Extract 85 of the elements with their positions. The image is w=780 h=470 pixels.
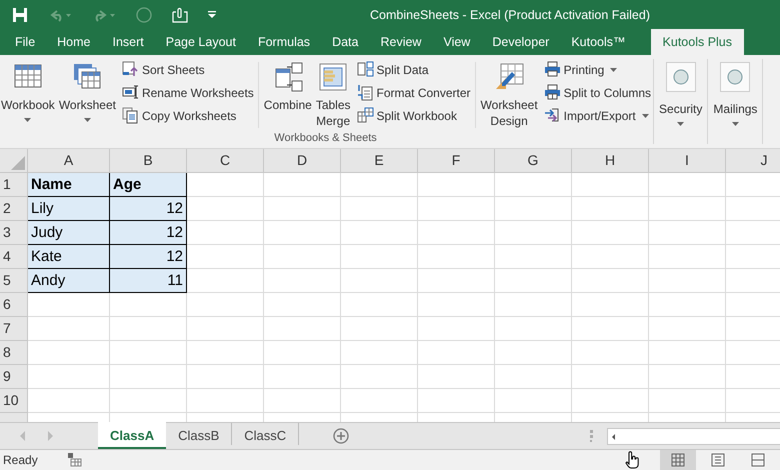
column-header[interactable]: B: [110, 149, 187, 173]
ribbon-button[interactable]: Printing: [544, 60, 652, 79]
row-header[interactable]: 9: [0, 365, 28, 389]
ribbon-tab[interactable]: Page Layout: [154, 35, 247, 55]
row-header[interactable]: 1: [0, 173, 28, 197]
sheet-tab[interactable]: ClassB: [166, 423, 232, 445]
copy-sheets-icon: [122, 107, 139, 124]
table-cell: 12: [110, 221, 187, 245]
table-cell: Lily: [28, 197, 110, 221]
row-header[interactable]: 5: [0, 269, 28, 293]
status-text: Ready: [2, 453, 38, 467]
circle-icon[interactable]: [136, 7, 152, 23]
table-cell: 12: [110, 197, 187, 221]
ribbon-button[interactable]: Worksheet: [58, 60, 117, 132]
ribbon-button[interactable]: Workbook: [0, 60, 56, 132]
ribbon-button[interactable]: Split Workbook: [356, 106, 471, 125]
ribbon-button[interactable]: Rename Worksheets: [122, 83, 254, 102]
window-title: CombineSheets - Excel (Product Activation Failed): [370, 8, 650, 22]
column-header[interactable]: G: [495, 149, 572, 173]
ribbon-button[interactable]: Combine: [262, 60, 313, 132]
ribbon-tab[interactable]: Insert: [102, 35, 155, 55]
view-button[interactable]: [660, 450, 696, 470]
ribbon-tab[interactable]: Kutools Plus: [650, 29, 744, 55]
sheet-tab[interactable]: ClassA: [98, 422, 166, 449]
table-cell: Age: [110, 173, 187, 197]
table-cell: Judy: [28, 221, 110, 245]
column-header[interactable]: C: [187, 149, 264, 173]
ribbon-tab[interactable]: Formulas: [246, 35, 322, 55]
ribbon-tab[interactable]: View: [432, 35, 482, 55]
group-label: Workbooks & Sheets: [273, 132, 378, 146]
ribbon-button[interactable]: Mailings: [710, 60, 760, 132]
split-workbook-icon: [356, 107, 374, 124]
ribbon-tab[interactable]: Home: [46, 35, 102, 55]
row-header[interactable]: 4: [0, 245, 28, 269]
column-header[interactable]: F: [418, 149, 495, 173]
import-export-icon: [544, 107, 561, 124]
convert-document-icon: [356, 84, 374, 101]
split-table-icon: [356, 61, 374, 78]
column-header[interactable]: J: [726, 149, 780, 173]
sheet-tab[interactable]: ClassC: [232, 423, 300, 445]
printer-columns-icon: [544, 84, 561, 101]
ribbon-tab[interactable]: Kutools™: [560, 35, 637, 55]
table-cell: 11: [110, 269, 187, 293]
ribbon-button[interactable]: Worksheet Design: [480, 60, 539, 132]
normal-view-icon: [671, 453, 685, 467]
ribbon-button[interactable]: Format Converter: [356, 83, 471, 102]
printer-icon: [544, 61, 561, 78]
column-header[interactable]: E: [341, 149, 418, 173]
ribbon-button[interactable]: Copy Worksheets: [122, 106, 254, 125]
hand-cursor-icon: [624, 451, 640, 469]
macro-record-icon: [68, 453, 82, 467]
ribbon-tab[interactable]: Data: [321, 35, 370, 55]
ribbon-tab[interactable]: Review: [369, 35, 432, 55]
column-header[interactable]: H: [572, 149, 649, 173]
column-header[interactable]: A: [28, 149, 110, 173]
ribbon-tab[interactable]: File: [4, 35, 46, 55]
undo-icon[interactable]: [48, 8, 72, 22]
ribbon-button[interactable]: Tables Merge: [314, 60, 352, 132]
row-header[interactable]: 6: [0, 293, 28, 317]
row-header[interactable]: 2: [0, 197, 28, 221]
table-cell: Name: [28, 173, 110, 197]
ribbon-tab[interactable]: Developer: [481, 35, 560, 55]
table-cell: Andy: [28, 269, 110, 293]
row-header[interactable]: 3: [0, 221, 28, 245]
sheet-arrow-icon: [122, 61, 139, 78]
select-all-button[interactable]: [0, 149, 28, 173]
horizontal-scrollbar[interactable]: [607, 428, 780, 445]
column-header[interactable]: D: [264, 149, 341, 173]
touch-mode-icon[interactable]: [172, 7, 188, 23]
table-cell: Kate: [28, 245, 110, 269]
ribbon-button[interactable]: Split Data: [356, 60, 471, 79]
table-cell: 12: [110, 245, 187, 269]
page-layout-icon: [711, 453, 725, 467]
row-header[interactable]: 8: [0, 341, 28, 365]
customize-caret-icon[interactable]: [208, 11, 216, 19]
ribbon-button[interactable]: Sort Sheets: [122, 60, 254, 79]
row-header[interactable]: 7: [0, 317, 28, 341]
rename-field-icon: [122, 84, 139, 101]
ribbon-button[interactable]: Security: [656, 60, 706, 132]
ribbon-button[interactable]: Import/Export: [544, 106, 652, 125]
page-break-icon: [751, 453, 765, 467]
ribbon-button[interactable]: Split to Columns: [544, 83, 652, 102]
column-header[interactable]: I: [649, 149, 726, 173]
corner-triangle-icon: [11, 156, 25, 170]
row-header[interactable]: 10: [0, 389, 28, 413]
